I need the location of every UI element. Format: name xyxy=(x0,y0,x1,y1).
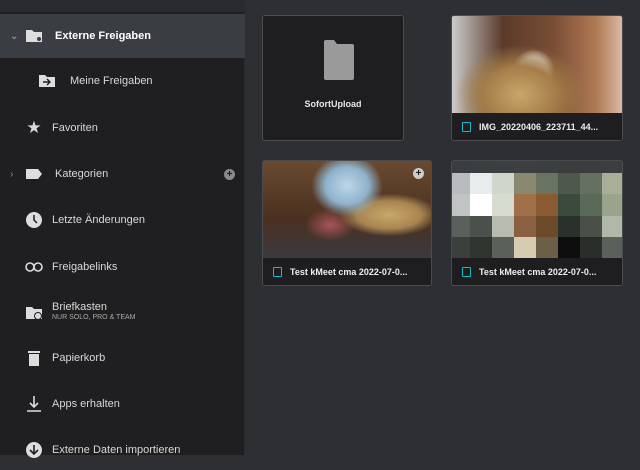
folder-share-icon xyxy=(25,27,43,45)
mosaic-tile xyxy=(470,215,492,238)
file-name: Test kMeet cma 2022-07-0... xyxy=(479,266,597,277)
mosaic-tile xyxy=(602,215,622,238)
mosaic-tile xyxy=(514,237,536,259)
mosaic-tile xyxy=(514,194,536,216)
sidebar-item-kategorien[interactable]: › Kategorien + xyxy=(0,154,245,194)
mosaic-tile xyxy=(514,161,536,173)
sidebar: ⌄ Externe Freigaben Meine Freigaben ★ Fa… xyxy=(0,0,245,458)
sidebar-item-meine-freigaben[interactable]: Meine Freigaben xyxy=(0,61,245,101)
mosaic-tile xyxy=(514,215,536,238)
mosaic-tile xyxy=(580,237,602,259)
thumbnail-image xyxy=(452,16,622,114)
tag-icon xyxy=(25,165,43,183)
mosaic-tile xyxy=(602,172,622,195)
mosaic-tile xyxy=(580,215,602,238)
sidebar-item-favoriten[interactable]: ★ Favoriten xyxy=(0,108,245,148)
mosaic-tile xyxy=(536,172,558,195)
star-icon: ★ xyxy=(26,118,42,137)
image-file-icon xyxy=(462,121,471,132)
sidebar-item-externe-daten-importieren[interactable]: Externe Daten importieren xyxy=(0,430,245,470)
thumbnail-image xyxy=(263,161,431,259)
file-card-video[interactable]: + Test kMeet cma 2022-07-0... xyxy=(262,160,432,286)
mosaic-tile xyxy=(514,172,536,195)
mosaic-tile xyxy=(452,215,470,238)
mosaic-tile xyxy=(536,215,558,238)
clock-icon xyxy=(25,211,43,229)
mosaic-tile xyxy=(470,237,492,259)
file-card-video[interactable]: Test kMeet cma 2022-07-0... xyxy=(451,160,623,286)
mosaic-tile xyxy=(558,172,580,195)
mosaic-tile xyxy=(558,194,580,216)
trash-icon xyxy=(25,349,43,367)
top-strip xyxy=(0,0,245,12)
folder-icon xyxy=(324,40,354,80)
mosaic-tile xyxy=(602,237,622,259)
mosaic-tile xyxy=(580,194,602,216)
mosaic-tile xyxy=(602,161,622,173)
select-icon[interactable]: + xyxy=(413,168,424,179)
mosaic-tile xyxy=(602,194,622,216)
mosaic-tile xyxy=(536,194,558,216)
mosaic-tile xyxy=(492,237,514,259)
mosaic-tile xyxy=(580,161,602,173)
mosaic-tile xyxy=(470,194,492,216)
mosaic-tile xyxy=(492,215,514,238)
file-name: SofortUpload xyxy=(304,99,362,109)
mosaic-tile xyxy=(536,237,558,259)
mosaic-tile xyxy=(492,194,514,216)
chevron-right-icon[interactable]: › xyxy=(10,169,13,180)
download-icon xyxy=(25,395,43,413)
mosaic-tile xyxy=(536,161,558,173)
folder-card[interactable]: + SofortUpload xyxy=(262,15,404,141)
link-icon xyxy=(25,258,43,276)
sidebar-item-externe-freigaben[interactable]: ⌄ Externe Freigaben xyxy=(0,14,245,58)
mosaic-tile xyxy=(452,237,470,259)
file-name: Test kMeet cma 2022-07-0... xyxy=(290,266,408,277)
mosaic-tile xyxy=(452,194,470,216)
sidebar-item-briefkasten[interactable]: Briefkasten NUR SOLO, PRO & TEAM xyxy=(0,292,245,332)
mosaic-tile xyxy=(558,215,580,238)
import-icon xyxy=(25,441,43,459)
mosaic-tile xyxy=(470,161,492,173)
sidebar-item-papierkorb[interactable]: Papierkorb xyxy=(0,338,245,378)
chevron-down-icon[interactable]: ⌄ xyxy=(10,31,18,42)
sidebar-item-apps-erhalten[interactable]: Apps erhalten xyxy=(0,384,245,424)
thumbnail-image xyxy=(452,161,622,259)
folder-arrow-icon xyxy=(38,72,56,90)
mosaic-tile xyxy=(580,172,602,195)
sidebar-item-freigabelinks[interactable]: Freigabelinks xyxy=(0,247,245,287)
mosaic-tile xyxy=(558,161,580,173)
mosaic-tile xyxy=(470,172,492,195)
add-category-icon[interactable]: + xyxy=(224,169,235,180)
mosaic-tile xyxy=(452,161,470,173)
mosaic-tile xyxy=(452,172,470,195)
mosaic-tile xyxy=(558,237,580,259)
file-card-image[interactable]: IMG_20220406_223711_44... xyxy=(451,15,623,141)
mosaic-tile xyxy=(492,172,514,195)
video-file-icon xyxy=(462,266,471,277)
folder-upload-icon xyxy=(25,304,43,322)
file-name: IMG_20220406_223711_44... xyxy=(479,121,599,132)
sidebar-item-letzte-aenderungen[interactable]: Letzte Änderungen xyxy=(0,200,245,240)
video-file-icon xyxy=(273,266,282,277)
mosaic-tile xyxy=(492,161,514,173)
